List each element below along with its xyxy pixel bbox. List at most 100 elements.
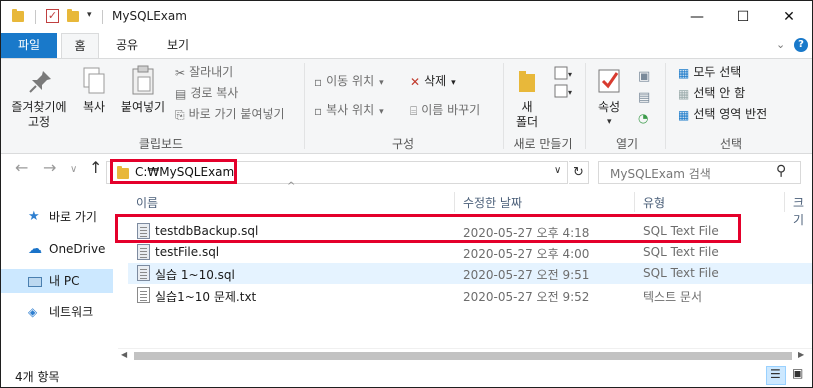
network-icon: ◈ [28,305,38,319]
tab-view[interactable]: 보기 [156,33,200,58]
file-date: 2020-05-27 오전 9:52 [463,290,590,304]
select-none-button[interactable]: ▦ 선택 안 함 [678,83,745,103]
sidebar-item-network[interactable]: ◈ 네트워크 [1,300,113,324]
help-icon[interactable]: ? [794,38,808,52]
file-date: 2020-05-27 오전 9:51 [463,268,590,282]
tab-home[interactable]: 홈 [61,33,99,59]
new-folder-icon[interactable] [516,68,538,94]
column-header-name[interactable]: 이름 [136,194,158,211]
large-icons-view-button[interactable]: ▣ [789,366,809,385]
group-label-new: 새로 만들기 [513,137,573,151]
sidebar-item-quick-access[interactable]: ★ 바로 가기 [1,205,113,229]
star-icon: ★ [28,209,40,224]
invert-selection-icon: ▦ [678,107,690,122]
copy-to-button[interactable]: ▫ 복사 위치 ▾ [314,100,384,120]
divider [304,63,305,149]
open-icon[interactable]: ▣ [638,69,650,84]
status-item-count: 4개 항목 [15,370,60,384]
details-view-icon: ☰ [770,367,781,381]
delete-x-icon: ✕ [410,74,421,89]
divider [585,63,586,149]
highlight-box-backup-file [115,214,741,243]
chevron-down-icon: ▾ [379,107,384,117]
history-icon[interactable]: ◔ [638,111,648,125]
scissors-icon: ✂ [175,65,186,80]
divider [35,10,36,24]
divider[interactable] [784,192,785,212]
back-arrow-icon[interactable]: ← [15,158,28,177]
scroll-left-icon[interactable]: ◀ [121,350,127,359]
paste-shortcut-button[interactable]: ⎘ 바로 가기 붙여넣기 [175,104,285,124]
move-to-icon: ▫ [314,74,323,89]
new-folder-button[interactable]: 새 폴더 [507,100,547,130]
delete-button[interactable]: ✕ 삭제 ▾ [410,71,456,91]
scroll-right-icon[interactable]: ▶ [798,350,804,359]
ribbon: 즐겨찾기에 고정 복사 붙여넣기 ✂ 잘라내기 ▤ 경로 복사 ⎘ 바로 가기 붙여넣… [1,58,812,154]
file-type: 텍스트 문서 [643,290,703,304]
copy-icon[interactable] [81,65,107,97]
maximize-button[interactable]: ☐ [720,1,766,32]
table-row[interactable]: 실습1~10 문제.txt 2020-05-27 오전 9:52 텍스트 문서 [128,285,812,306]
file-name: testFile.sql [155,245,220,259]
pin-to-quick-access-button[interactable]: 즐겨찾기에 고정 [7,100,71,130]
customize-toolbar-chevron-icon[interactable]: ▾ [87,10,92,20]
sidebar-item-onedrive[interactable]: ☁ OneDrive [1,237,113,261]
ribbon-tabs: 파일 홈 공유 보기 ⌄ ? [1,33,812,59]
divider[interactable] [634,192,635,212]
divider[interactable] [454,192,455,212]
scrollbar-thumb[interactable] [134,352,792,360]
chevron-down-icon[interactable]: ▾ [607,117,612,127]
large-icons-view-icon: ▣ [792,366,804,380]
column-header-date[interactable]: 수정한 날짜 [463,194,522,211]
paste-icon[interactable] [129,65,157,97]
column-header-type[interactable]: 유형 [643,194,665,211]
select-all-button[interactable]: ▦ 모두 선택 [678,62,741,82]
up-arrow-icon[interactable]: ↑ [89,158,102,177]
copy-path-button[interactable]: ▤ 경로 복사 [175,83,238,103]
refresh-button[interactable]: ↻ [569,161,589,184]
forward-arrow-icon[interactable]: → [43,158,56,177]
file-type: SQL Text File [643,245,719,259]
close-button[interactable]: ✕ [766,1,812,32]
cut-button[interactable]: ✂ 잘라내기 [175,62,233,82]
ribbon-collapse-chevron-icon[interactable]: ⌄ [776,38,785,51]
properties-quick-icon[interactable]: ✓ [46,9,59,23]
select-all-icon: ▦ [678,65,690,80]
paste-button[interactable]: 붙여넣기 [117,100,169,115]
address-history-chevron-icon[interactable]: ∨ [554,165,561,176]
sort-ascending-icon: ^ [287,181,296,192]
properties-icon[interactable] [597,68,623,96]
new-item-icon[interactable]: ▾ ▾ [551,65,577,103]
copy-button[interactable]: 복사 [77,100,111,115]
folder-icon [12,9,24,22]
tab-share[interactable]: 공유 [107,33,147,58]
rename-button[interactable]: ⌸ 이름 바꾸기 [410,100,480,120]
invert-selection-button[interactable]: ▦ 선택 영역 반전 [678,104,767,124]
divider [665,63,666,149]
pin-icon[interactable] [27,69,53,95]
group-label-organize: 구성 [391,137,415,151]
svg-text:▾: ▾ [568,70,572,79]
details-view-button[interactable]: ☰ [766,366,786,385]
search-icon[interactable]: ⚲ [776,163,786,179]
properties-button[interactable]: 속성 [591,100,627,115]
tab-file[interactable]: 파일 [1,33,57,58]
explorer-window: ✓ ▾ MySQLExam — ☐ ✕ 파일 홈 공유 보기 ⌄ ? 즐겨찾기에… [0,0,813,388]
table-row[interactable]: 실습 1~10.sql 2020-05-27 오전 9:51 SQL Text … [128,263,812,284]
move-to-button[interactable]: ▫ 이동 위치 ▾ [314,71,384,91]
recent-locations-chevron-icon[interactable]: ∨ [70,164,77,175]
cloud-icon: ☁ [28,241,42,257]
edit-icon[interactable]: ▤ [638,90,650,105]
file-date: 2020-05-27 오후 4:00 [463,247,590,261]
sidebar-item-this-pc[interactable]: 내 PC [1,269,113,293]
group-label-clipboard: 클립보드 [138,137,184,151]
file-type: SQL Text File [643,266,719,280]
search-placeholder: MySQLExam 검색 [610,167,711,181]
table-row[interactable]: testFile.sql 2020-05-27 오후 4:00 SQL Text… [128,242,812,263]
copy-to-icon: ▫ [314,103,323,118]
text-file-icon [137,287,150,303]
minimize-button[interactable]: — [674,1,720,32]
select-none-icon: ▦ [678,86,690,101]
sql-file-icon [137,265,150,281]
new-folder-quick-icon[interactable] [67,9,79,22]
